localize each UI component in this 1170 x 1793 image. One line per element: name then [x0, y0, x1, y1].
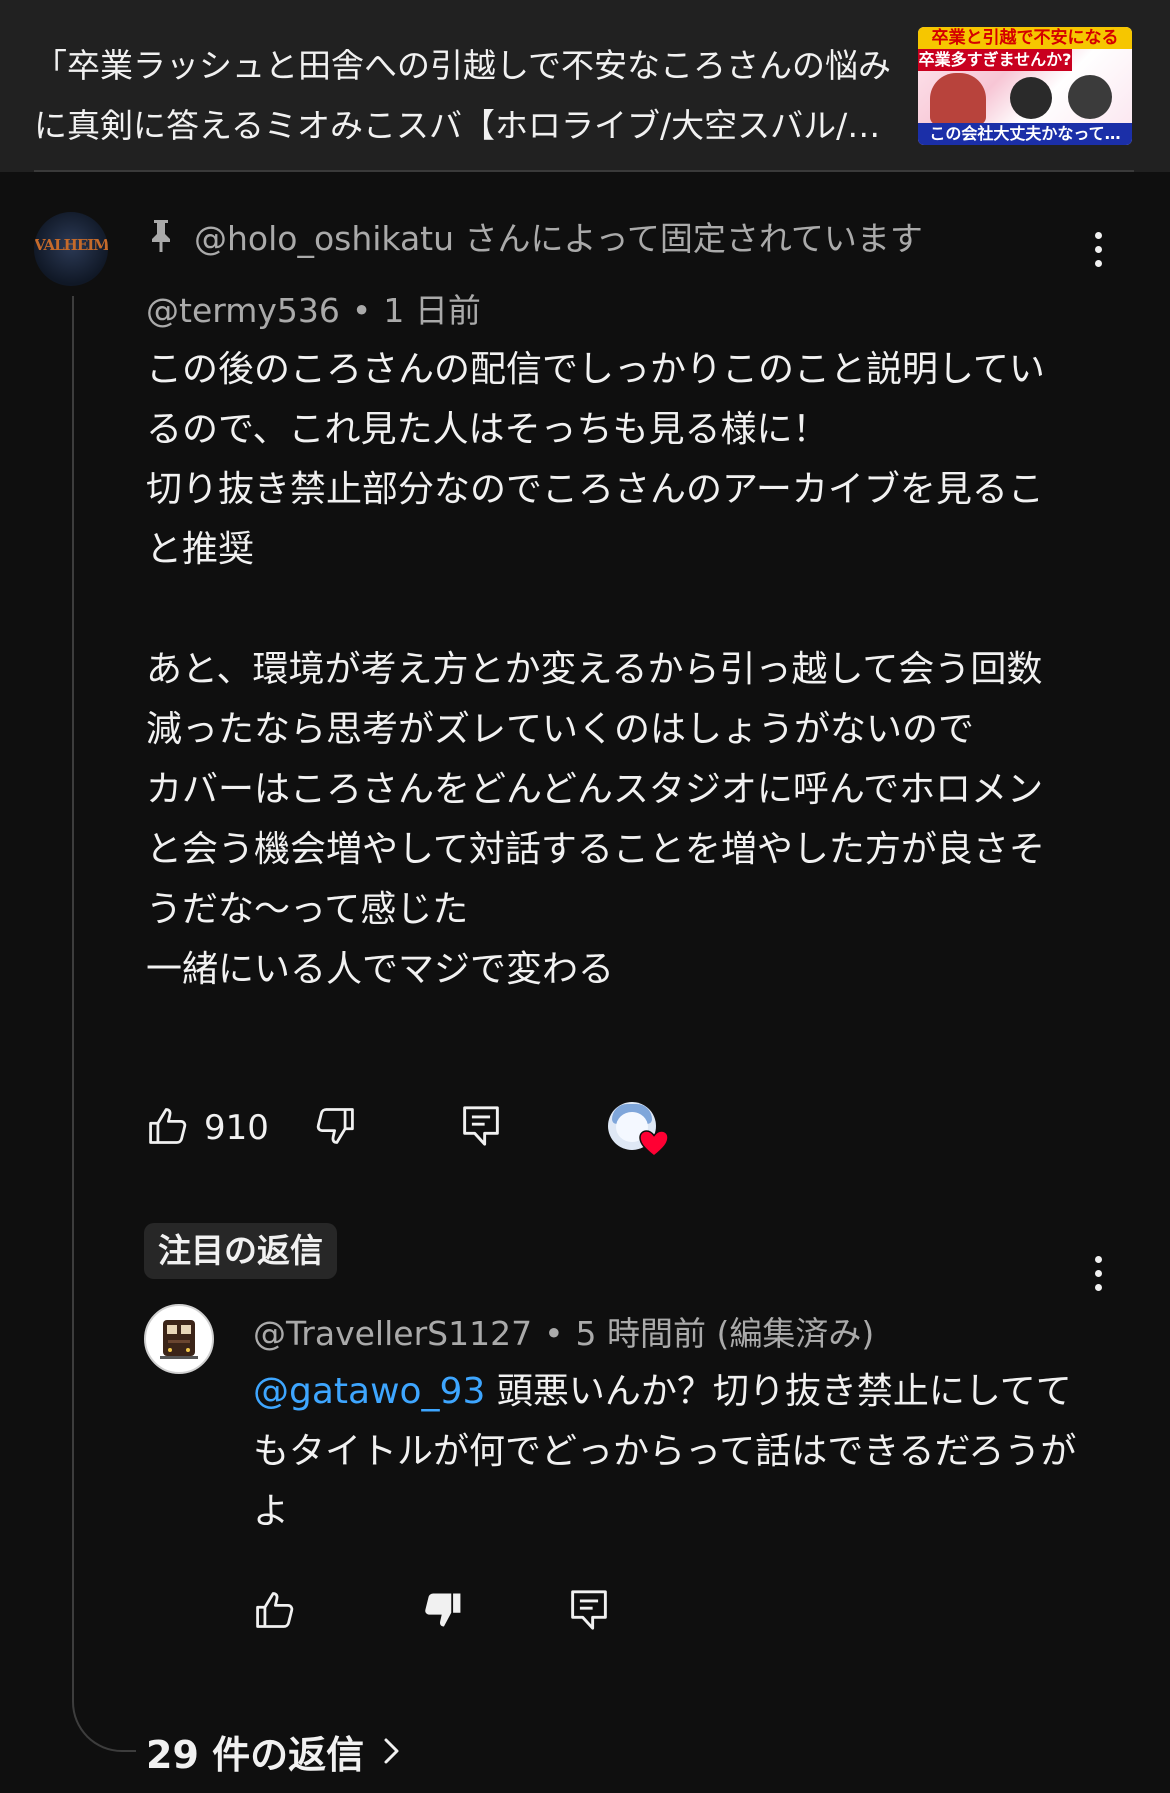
replies-count-label: 29 件の返信	[146, 1732, 365, 1777]
reply-avatar[interactable]	[144, 1304, 214, 1374]
commenter-avatar[interactable]: VALHEIM	[34, 212, 108, 286]
pinned-text: @holo_oshikatu さんによって固定されています	[194, 219, 923, 258]
meta-separator: •	[544, 1314, 564, 1353]
comment-meta: @termy536 • 1 日前	[146, 284, 481, 332]
meta-separator: •	[351, 291, 372, 330]
reply-actions	[253, 1588, 609, 1636]
pinned-indicator: @holo_oshikatu さんによって固定されています	[146, 212, 923, 260]
reply-meta: @TravellerS1127 • 5 時間前 (編集済み)	[253, 1307, 874, 1355]
thumbnail-caption-bottom: この会社大丈夫かなって…	[918, 123, 1132, 145]
video-thumbnail[interactable]: 卒業と引越で不安になる 卒業多すぎませんか? この会社大丈夫かなって…	[918, 27, 1132, 145]
reply-icon[interactable]	[569, 1588, 609, 1636]
thumb-down-filled-icon[interactable]	[421, 1588, 465, 1636]
creator-heart-icon	[639, 1130, 669, 1157]
header-divider	[34, 170, 1134, 172]
comment-time[interactable]: 1 日前	[383, 291, 481, 330]
reply-time[interactable]: 5 時間前	[576, 1314, 707, 1353]
thumbnail-character	[1068, 75, 1112, 119]
like-count: 910	[204, 1108, 269, 1148]
highlighted-reply-chip: 注目の返信	[144, 1223, 337, 1279]
more-vert-icon[interactable]	[1091, 228, 1105, 272]
reply-body: @gatawo_93 頭悪いんか？切り抜き禁止にしててもタイトルが何でどっからっ…	[253, 1362, 1093, 1542]
video-title[interactable]: 「卒業ラッシュと田舎への引越しで不安なころさんの悩みに真剣に答えるミオみこスバ【…	[34, 36, 904, 156]
thumbnail-caption-middle: 卒業多すぎませんか?	[918, 49, 1072, 71]
pin-icon	[152, 220, 170, 252]
thread-line	[72, 296, 74, 1662]
video-header[interactable]: 「卒業ラッシュと田舎への引越しで不安なころさんの悩みに真剣に答えるミオみこスバ【…	[0, 0, 1170, 172]
edited-label: (編集済み)	[716, 1314, 875, 1353]
view-replies-button[interactable]: 29 件の返信	[146, 1722, 402, 1780]
thumb-down-icon[interactable]	[313, 1104, 357, 1152]
thread-line-curve	[72, 1660, 136, 1752]
comment-author[interactable]: @termy536	[146, 291, 340, 330]
reply-author[interactable]: @TravellerS1127	[253, 1314, 532, 1353]
avatar-logo-text: VALHEIM	[34, 236, 108, 254]
thumb-up-icon[interactable]	[253, 1588, 297, 1636]
chevron-right-icon	[384, 1738, 399, 1764]
train-icon	[160, 1320, 198, 1359]
mention-link[interactable]: @gatawo_93	[253, 1371, 485, 1412]
thumb-up-icon[interactable]	[146, 1104, 190, 1152]
more-vert-icon[interactable]	[1091, 1252, 1105, 1296]
reply-icon[interactable]	[461, 1104, 501, 1152]
thumbnail-character	[1010, 77, 1052, 119]
thumbnail-character	[930, 73, 986, 125]
comment-body: この後のころさんの配信でしっかりこのこと説明しているので、これ見た人はそっちも見…	[146, 349, 1045, 990]
comment-actions: 910	[146, 1104, 501, 1152]
thumbnail-caption-top: 卒業と引越で不安になる	[918, 27, 1132, 49]
creator-heart	[608, 1102, 669, 1157]
